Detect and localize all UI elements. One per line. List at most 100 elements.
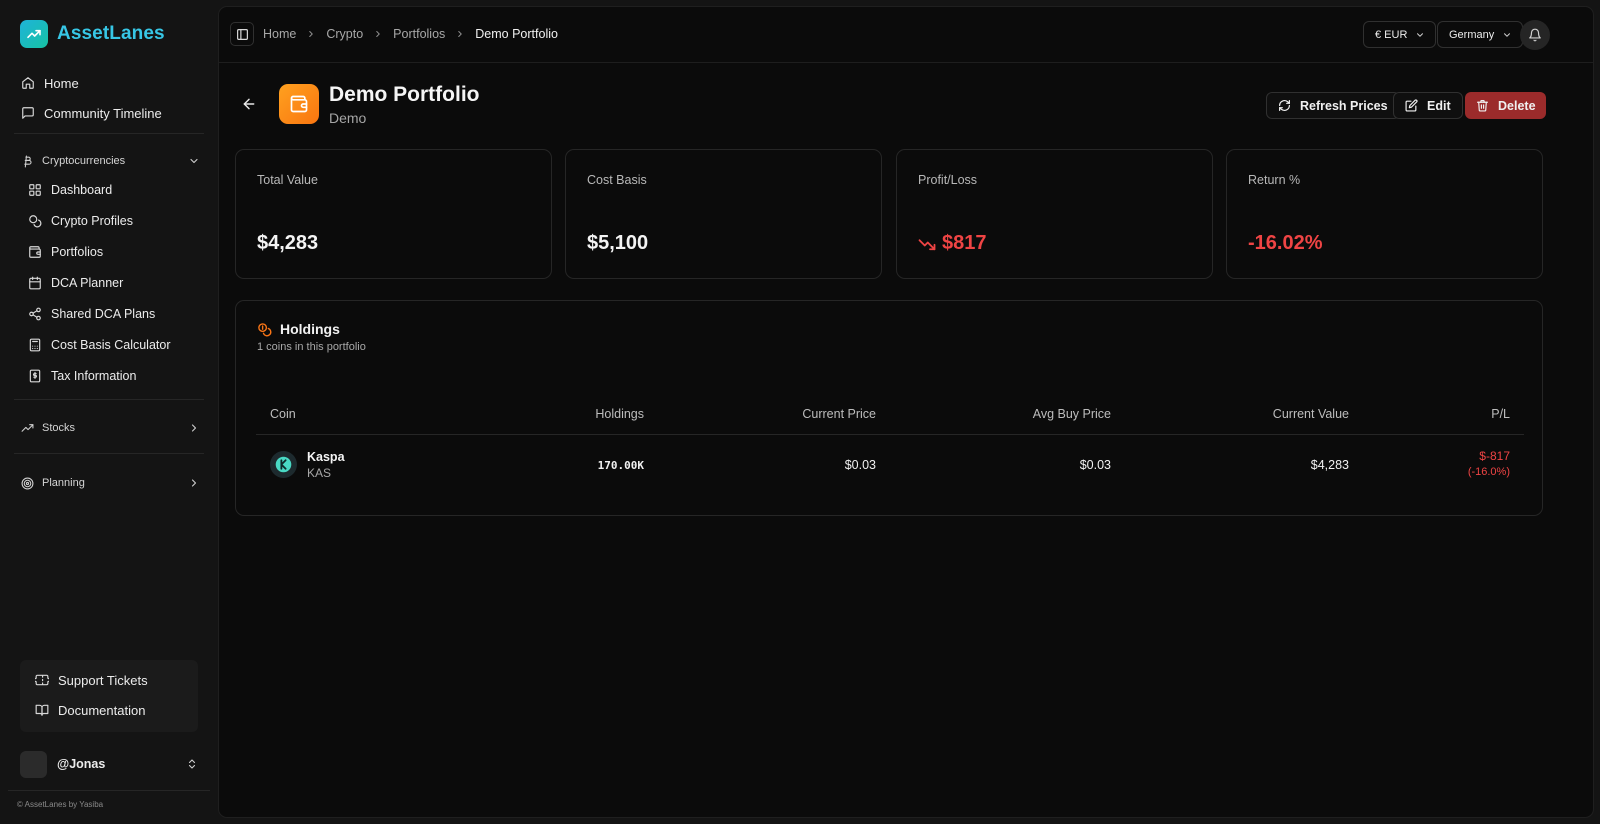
- bell-icon: [1528, 28, 1542, 42]
- panel-left-icon: [236, 28, 249, 41]
- sidebar-item-label: Cost Basis Calculator: [51, 337, 171, 352]
- edit-button[interactable]: Edit: [1393, 92, 1463, 119]
- message-square-icon: [21, 106, 35, 120]
- home-icon: [21, 76, 35, 90]
- sidebar-section-stocks[interactable]: Stocks: [14, 414, 204, 442]
- chevron-right-icon: [455, 29, 465, 39]
- sidebar-item-label: Home: [44, 75, 79, 91]
- brand[interactable]: AssetLanes: [20, 20, 165, 48]
- coin-name: Kaspa: [307, 450, 345, 464]
- breadcrumb-current: Demo Portfolio: [475, 27, 558, 41]
- refresh-prices-button[interactable]: Refresh Prices: [1266, 92, 1400, 119]
- column-header-current-price[interactable]: Current Price: [802, 407, 876, 421]
- notifications-button[interactable]: [1520, 20, 1550, 50]
- stat-value-text: $5,100: [587, 232, 649, 254]
- section-label: Cryptocurrencies: [42, 155, 126, 167]
- target-icon: [21, 477, 34, 490]
- breadcrumb-home[interactable]: Home: [263, 27, 296, 41]
- support-box: Support Tickets Documentation: [20, 660, 198, 732]
- column-header-current-value[interactable]: Current Value: [1273, 407, 1349, 421]
- sidebar-top-nav: Home Community Timeline: [14, 68, 204, 128]
- stat-value: $817: [918, 232, 987, 255]
- sidebar-item-label: Crypto Profiles: [51, 213, 133, 228]
- stat-label: Total Value: [257, 173, 318, 187]
- sidebar-item-label: Dashboard: [51, 182, 113, 197]
- trash-icon: [1476, 99, 1489, 112]
- button-label: Edit: [1427, 98, 1451, 113]
- calendar-icon: [28, 276, 42, 290]
- sidebar-section-planning[interactable]: Planning: [14, 469, 204, 497]
- sidebar-item-home[interactable]: Home: [14, 68, 204, 98]
- holdings-subtitle: 1 coins in this portfolio: [257, 341, 366, 353]
- sidebar-item-tax-information[interactable]: Tax Information: [21, 360, 204, 391]
- stat-card-profit-loss: Profit/Loss $817: [896, 149, 1213, 279]
- user-menu[interactable]: @Jonas: [20, 750, 198, 778]
- sidebar-item-cost-basis-calculator[interactable]: Cost Basis Calculator: [21, 329, 204, 360]
- currency-select[interactable]: € EUR: [1363, 21, 1437, 48]
- sidebar-item-shared-dca-plans[interactable]: Shared DCA Plans: [21, 298, 204, 329]
- avatar: [20, 750, 47, 778]
- coins-icon: [257, 322, 272, 337]
- topbar: Home Crypto Portfolios Demo Portfolio € …: [219, 7, 1593, 63]
- sidebar-item-dca-planner[interactable]: DCA Planner: [21, 267, 204, 298]
- sidebar-section-cryptocurrencies[interactable]: Cryptocurrencies: [14, 147, 204, 175]
- column-header-avg-buy-price[interactable]: Avg Buy Price: [1033, 407, 1111, 421]
- coins-icon: [28, 214, 42, 228]
- chevron-down-icon: [1415, 30, 1425, 40]
- share-icon: [28, 307, 42, 321]
- current-price: $0.03: [844, 458, 876, 472]
- stat-card-return-pct: Return % -16.02%: [1226, 149, 1543, 279]
- chevron-right-icon: [188, 422, 200, 434]
- table-row[interactable]: Kaspa KAS 170.00K $0.03 $0.03 $4,283 $-8…: [256, 435, 1524, 495]
- sidebar-item-crypto-profiles[interactable]: Crypto Profiles: [21, 205, 204, 236]
- stat-value-text: $4,283: [257, 232, 319, 254]
- delete-button[interactable]: Delete: [1465, 92, 1546, 119]
- sidebar-divider: [14, 399, 204, 400]
- holdings-title: Holdings: [280, 321, 340, 337]
- sidebar-item-label: Documentation: [58, 702, 146, 718]
- main-panel: Home Crypto Portfolios Demo Portfolio € …: [218, 6, 1594, 818]
- sidebar-item-label: Portfolios: [51, 244, 104, 259]
- column-header-pl[interactable]: P/L: [1491, 407, 1510, 421]
- breadcrumb-crypto[interactable]: Crypto: [326, 27, 363, 41]
- back-button[interactable]: [241, 96, 257, 112]
- refresh-icon: [1278, 99, 1291, 112]
- avg-buy-price: $0.03: [1079, 458, 1111, 472]
- sidebar-item-dashboard[interactable]: Dashboard: [21, 174, 204, 205]
- column-header-coin[interactable]: Coin: [270, 407, 296, 421]
- portfolio-wallet-icon: [279, 84, 319, 124]
- stat-value-text: -16.02%: [1248, 232, 1323, 254]
- edit-icon: [1405, 99, 1418, 112]
- coin-symbol: KAS: [307, 466, 332, 480]
- sidebar-item-documentation[interactable]: Documentation: [28, 695, 198, 725]
- sidebar-item-community-timeline[interactable]: Community Timeline: [14, 98, 204, 128]
- section-label: Stocks: [42, 422, 76, 434]
- breadcrumb: Home Crypto Portfolios Demo Portfolio: [263, 27, 558, 41]
- country-select[interactable]: Germany: [1437, 21, 1524, 48]
- column-header-holdings[interactable]: Holdings: [595, 407, 644, 421]
- stat-value: $5,100: [587, 232, 648, 255]
- table-header: Coin Holdings Current Price Avg Buy Pric…: [256, 401, 1524, 435]
- sidebar-item-label: Support Tickets: [58, 672, 148, 688]
- section-label: Planning: [42, 477, 85, 489]
- sidebar-toggle-button[interactable]: [230, 22, 254, 46]
- trending-down-icon: [918, 235, 936, 253]
- holdings-amount: 170.00K: [597, 459, 644, 472]
- sidebar-item-label: Shared DCA Plans: [51, 306, 156, 321]
- country-value: Germany: [1449, 28, 1495, 41]
- sidebar-item-support-tickets[interactable]: Support Tickets: [28, 665, 198, 695]
- stat-label: Return %: [1248, 173, 1301, 187]
- sidebar-item-portfolios[interactable]: Portfolios: [21, 236, 204, 267]
- sidebar-item-label: Community Timeline: [44, 105, 162, 121]
- chevron-right-icon: [373, 29, 383, 39]
- holdings-header: Holdings: [257, 321, 340, 337]
- sidebar-crypto-nav: Dashboard Crypto Profiles Portfolios DCA…: [21, 174, 204, 391]
- chevron-right-icon: [188, 477, 200, 489]
- sidebar-divider: [14, 133, 204, 134]
- breadcrumb-portfolios[interactable]: Portfolios: [393, 27, 445, 41]
- profit-loss-value: $-817: [1479, 449, 1510, 463]
- holdings-card: Holdings 1 coins in this portfolio Coin …: [235, 300, 1543, 516]
- page-title: Demo Portfolio: [329, 83, 480, 106]
- wallet-icon: [28, 245, 42, 259]
- trending-up-icon: [21, 422, 34, 435]
